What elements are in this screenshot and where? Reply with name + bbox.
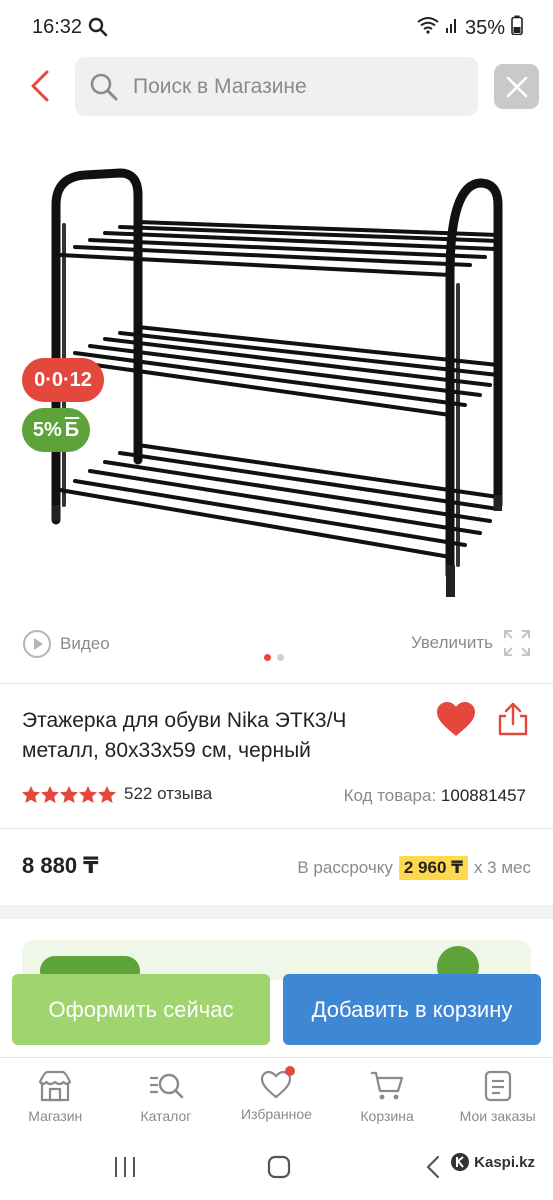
bottom-nav: Магазин Каталог Избранное Корзина Мои за… [0,1057,553,1137]
section-separator [0,905,553,919]
nav-label: Каталог [140,1108,192,1124]
nav-item-catalog[interactable]: Каталог [111,1058,222,1137]
rating-stars [22,785,116,803]
product-code: Код товара: 100881457 [344,786,526,806]
nav-label: Корзина [360,1108,414,1124]
product-title-line2: металл, 80х33х59 см, черный [22,739,311,762]
star-icon [79,785,97,803]
home-button[interactable] [266,1154,292,1185]
rating-row[interactable]: 522 отзыва [22,784,212,804]
recent-apps-icon [115,1157,135,1177]
star-icon [41,785,59,803]
favorite-button[interactable] [436,702,476,743]
nav-item-favorites[interactable]: Избранное [221,1058,332,1137]
product-code-value: 100881457 [440,786,526,805]
bonus-letter: Б [64,418,80,441]
battery-icon [511,15,523,41]
carousel-dot-active[interactable] [264,654,271,661]
nav-label: Избранное [241,1106,312,1122]
notification-dot [285,1066,296,1076]
zoom-label: Увеличить [411,633,493,652]
star-icon [60,785,78,803]
search-icon [89,72,119,102]
installment-label: В рассрочку [297,858,393,877]
close-button[interactable] [494,64,539,109]
add-to-cart-button[interactable]: Добавить в корзину [283,974,541,1045]
share-icon [498,702,528,736]
home-icon [267,1155,291,1179]
nav-item-shop[interactable]: Магазин [0,1058,111,1137]
search-icon [88,17,108,42]
close-icon [506,76,527,97]
installment-badge[interactable]: 0·0·12 [22,358,104,402]
cart-icon [371,1071,404,1100]
checkout-now-button[interactable]: Оформить сейчас [12,974,270,1045]
product-price: 8 880 ₸ [22,853,99,878]
product-title: Этажерка для обуви Nika ЭТК3/Ч металл, 8… [22,706,422,766]
zoom-button[interactable]: Увеличить [411,629,531,657]
nav-label: Магазин [28,1108,83,1124]
kaspi-logo-icon [451,1153,470,1171]
heart-icon [437,702,475,736]
video-label: Видео [60,634,110,653]
watermark-text: Kaspi.kz [474,1153,535,1171]
carousel-dot[interactable] [277,654,284,661]
kaspi-watermark: Kaspi.kz [450,1152,535,1172]
shoe-rack-image [51,168,503,597]
recent-apps-button[interactable] [112,1154,138,1185]
reviews-link[interactable]: 522 отзыва [124,784,212,804]
share-button[interactable] [497,702,529,741]
star-icon [98,785,116,803]
product-title-line1: Этажерка для обуви Nika ЭТК3/Ч [22,709,347,732]
product-code-label: Код товара: [343,786,437,805]
divider [0,828,553,829]
video-button[interactable]: Видео [22,629,110,659]
status-indicators: 35% [417,15,523,41]
catalog-search-icon [149,1073,184,1099]
nav-item-orders[interactable]: Мои заказы [442,1058,553,1137]
play-icon [23,630,51,658]
wifi-icon [417,16,439,40]
status-bar: 16:32 35% [0,0,553,56]
top-bar [0,56,553,118]
expand-icon [504,630,530,656]
bonus-badge[interactable]: 5% Б [22,408,90,452]
divider [0,683,553,684]
back-icon [426,1155,440,1179]
bonus-percent: 5% [32,418,62,441]
chevron-left-icon [31,70,49,102]
installment-term: х 3 мес [473,858,531,877]
system-back-button[interactable] [425,1154,441,1185]
nav-label: Мои заказы [459,1108,536,1124]
star-icon [22,785,40,803]
search-input[interactable] [133,74,433,99]
shop-icon [39,1070,72,1102]
status-time: 16:32 [32,16,83,38]
carousel-dots[interactable] [264,654,284,661]
nav-item-cart[interactable]: Корзина [332,1058,443,1137]
installment-amount: 2 960 ₸ [398,856,468,880]
search-bar[interactable] [75,57,478,116]
orders-icon [484,1070,511,1102]
product-image[interactable] [40,165,510,605]
back-button[interactable] [22,66,58,106]
installment-info[interactable]: В рассрочку 2 960 ₸ х 3 мес [297,856,531,880]
signal-icon [445,16,459,40]
battery-level: 35% [464,16,505,39]
